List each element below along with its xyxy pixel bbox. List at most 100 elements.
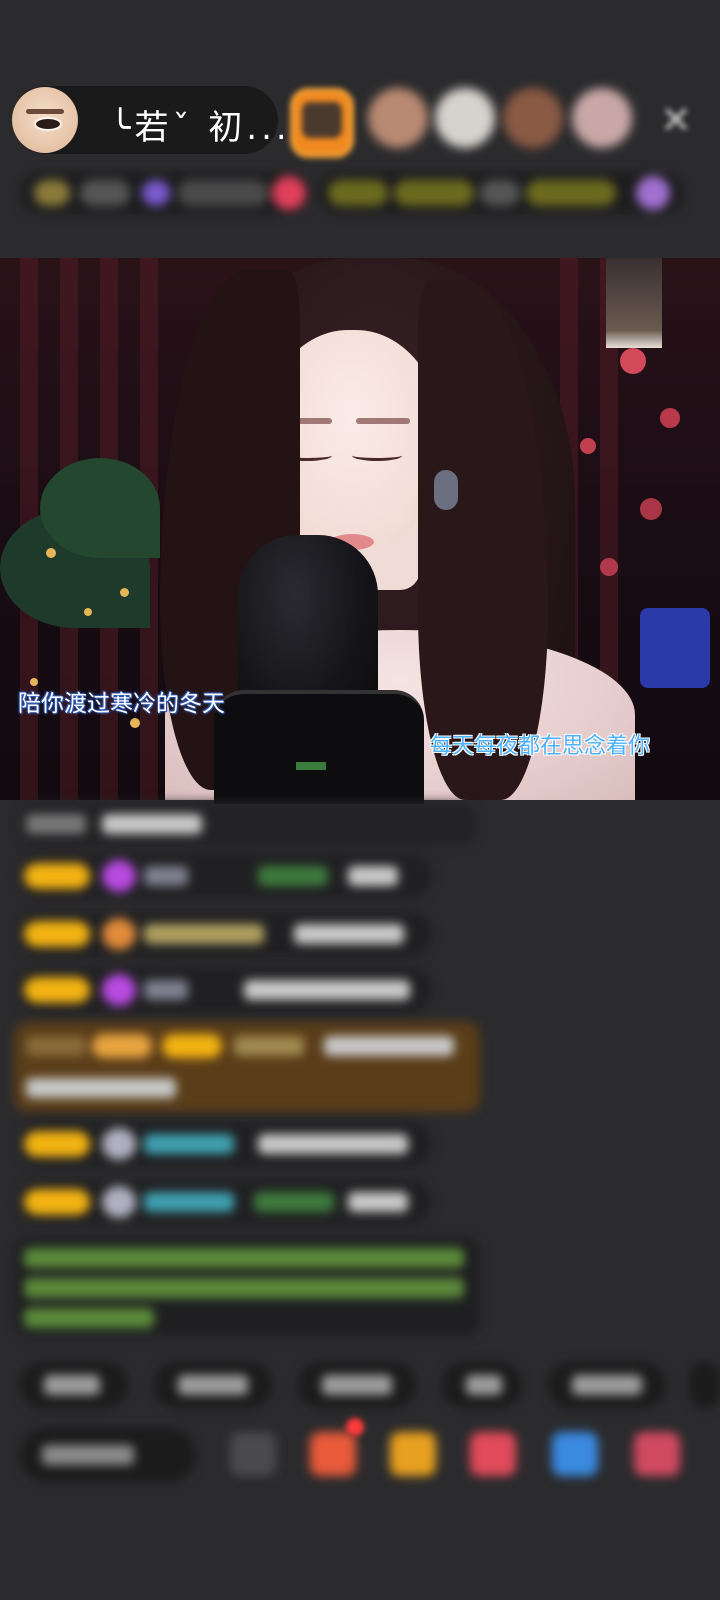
- level-badge: [24, 1131, 90, 1157]
- host-name: ╰若ˇ 初...: [110, 108, 291, 148]
- chat-message[interactable]: [18, 912, 432, 956]
- fan-icon: [102, 918, 136, 950]
- quick-reply-label: [572, 1375, 642, 1395]
- quick-reply-chip[interactable]: [20, 1362, 128, 1408]
- quick-reply-label: [178, 1375, 248, 1395]
- avatar-eye: [34, 117, 62, 131]
- gift-text: [254, 1192, 334, 1212]
- rank-chip-text: [80, 180, 130, 206]
- level-badge: [24, 1189, 90, 1215]
- rank-chip: [34, 180, 70, 206]
- viewer-avatar[interactable]: [503, 88, 563, 148]
- chat-name: [234, 1036, 304, 1056]
- chat-message[interactable]: [18, 854, 432, 898]
- interact-icon[interactable]: [470, 1432, 516, 1476]
- notice-text: [24, 1278, 464, 1298]
- quick-reply-chip[interactable]: [690, 1362, 720, 1408]
- viewer-avatar[interactable]: [368, 88, 428, 148]
- host-avatar[interactable]: [12, 87, 78, 153]
- activity-tag: [328, 180, 388, 206]
- video-subtitle-right: 每天每夜都在思念着你: [430, 734, 651, 759]
- chat-name: [26, 814, 86, 834]
- closed-eye: [352, 450, 402, 461]
- chat-name: [144, 924, 264, 944]
- quick-reply-chip[interactable]: [298, 1362, 416, 1408]
- chat-text: [244, 980, 410, 1000]
- quick-reply-label: [466, 1375, 502, 1395]
- mic-stand: [214, 690, 424, 804]
- mic-led: [296, 762, 326, 770]
- chat-name: [144, 866, 188, 886]
- quick-reply-chip[interactable]: [154, 1362, 272, 1408]
- chat-message[interactable]: [18, 1180, 432, 1224]
- bokeh-light: [660, 408, 680, 428]
- level-badge: [24, 863, 90, 889]
- viewer-avatar[interactable]: [290, 88, 354, 158]
- video-subtitle-left: 陪你渡过寒冷的冬天: [18, 691, 225, 717]
- chat-name: [144, 1134, 234, 1154]
- quick-reply-chip[interactable]: [442, 1362, 522, 1408]
- earphone: [434, 470, 458, 510]
- bokeh-light: [580, 438, 596, 454]
- brow: [356, 418, 410, 424]
- activity-tag: [480, 180, 520, 206]
- bokeh-light: [130, 718, 140, 728]
- diamond-icon: [102, 860, 136, 892]
- chat-name: [144, 980, 188, 1000]
- plant: [40, 458, 160, 558]
- chat-text: [348, 1192, 408, 1212]
- close-icon[interactable]: ✕: [652, 96, 700, 144]
- viewer-avatar[interactable]: [435, 88, 495, 148]
- bokeh-light: [46, 548, 56, 558]
- activity-tag: [526, 180, 616, 206]
- fan-club-text: [178, 180, 268, 206]
- chat-message[interactable]: [18, 1122, 432, 1166]
- activity-icon: [636, 176, 670, 210]
- room-info-bar[interactable]: [20, 172, 310, 214]
- chat-name: [144, 1192, 234, 1212]
- chat-text: [348, 866, 398, 886]
- fan-club-icon: [142, 180, 170, 206]
- follow-icon[interactable]: [272, 176, 306, 210]
- level-badge: [162, 1034, 222, 1058]
- activity-banner[interactable]: [318, 172, 684, 214]
- bokeh-light: [620, 348, 646, 374]
- notice-text: [24, 1248, 464, 1268]
- quick-reply-chip[interactable]: [548, 1362, 666, 1408]
- chat-message[interactable]: [18, 968, 432, 1012]
- level-badge: [92, 1034, 152, 1058]
- chat-text: [294, 924, 404, 944]
- user-avatar: [102, 1128, 136, 1160]
- quick-reply-label: [44, 1375, 100, 1395]
- viewer-avatar[interactable]: [572, 88, 632, 148]
- bokeh-light: [600, 558, 618, 576]
- chat-text: [324, 1036, 454, 1056]
- quick-reply-label: [322, 1375, 392, 1395]
- level-badge: [24, 921, 90, 947]
- chat-text: [102, 814, 202, 834]
- red-packet-icon[interactable]: [390, 1432, 436, 1476]
- bokeh-light: [640, 498, 662, 520]
- avatar-brow: [26, 109, 64, 114]
- diamond-icon: [102, 974, 136, 1006]
- notice-text: [24, 1308, 154, 1328]
- chat-text: [26, 1078, 176, 1098]
- emoji-icon[interactable]: [230, 1432, 276, 1476]
- gift-icon[interactable]: [634, 1432, 680, 1476]
- bokeh-light: [640, 608, 710, 688]
- activity-tag: [394, 180, 474, 206]
- notification-dot: [346, 1418, 364, 1436]
- gift-box-icon[interactable]: [310, 1432, 356, 1476]
- bokeh-light: [84, 608, 92, 616]
- system-notice: [14, 1238, 480, 1336]
- user-avatar: [102, 1186, 136, 1218]
- bokeh-light: [120, 588, 129, 597]
- game-icon[interactable]: [552, 1432, 598, 1476]
- level-badge: [24, 977, 90, 1003]
- comment-input-placeholder: [42, 1445, 134, 1465]
- gift-message[interactable]: [14, 1022, 480, 1112]
- chat-message[interactable]: [18, 802, 478, 846]
- comment-input[interactable]: [20, 1428, 196, 1482]
- chat-text: [258, 1134, 408, 1154]
- lamp: [606, 258, 662, 348]
